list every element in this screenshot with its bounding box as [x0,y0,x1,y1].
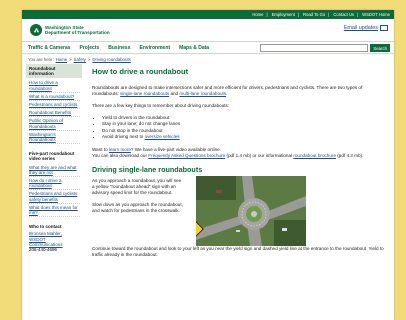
breadcrumb-safety[interactable]: Safety [74,57,86,62]
faq-brochure-link[interactable]: Frequently Asked Questions brochure [148,153,225,158]
list-item: Avoid driving next to oversize vehicles [102,134,386,140]
search-form: Search [260,44,390,52]
breadcrumb-sep: > [87,56,91,62]
breadcrumb-prefix: You are here: [28,56,54,62]
sidebar-link-public-opinion[interactable]: Public Opinion of Roundabouts [29,118,63,128]
video-paragraph: Want to learn more? We have a five-part … [92,146,364,158]
breadcrumb-current[interactable]: Driving roundabouts [92,57,130,62]
page-title: How to drive a roundabout [92,67,189,76]
wsdot-emblem-icon [30,24,42,36]
nav-business[interactable]: Business [108,45,130,51]
sidebar-item: What is a roundabout? [29,94,80,102]
sidebar-item: What does this mean for me? [29,205,80,218]
wsdot-logo[interactable]: Washington State Department of Transport… [30,24,110,36]
video-link-what-they-are[interactable]: What they are and what they are not [29,165,77,175]
main-content: How to drive a roundabout Roundabouts ar… [82,64,394,264]
contact-phone: 206-440-4696 [29,247,58,253]
topbar-link-road-to-go[interactable]: Road To Go [303,12,325,17]
single-lane-heading: Driving single-lane roundabouts [92,164,203,174]
sidebar: Roundabout information How to drive a ro… [26,64,82,264]
nav-projects[interactable]: Projects [80,45,100,51]
sidebar-link-washington[interactable]: Washington's Roundabouts [29,132,56,142]
topbar-link-employment[interactable]: Employment [272,12,295,17]
utility-bar: Home | Employment | Road To Go | Contact… [22,10,394,19]
sidebar-item: What they are and what they are not [29,165,80,178]
single-lane-paragraph-3: Continue toward the roundabout and look … [92,245,384,257]
envelope-icon [380,25,388,31]
logo-line2: Department of Transportation [45,30,110,35]
sidebar-item: How to drive a roundabout [29,80,80,93]
key-things-paragraph: There are a few key things to remember a… [92,103,230,108]
sidebar-video-title: Five-part roundabout video series [29,151,75,162]
sidebar-contact-title: Who to contact [29,224,62,230]
sidebar-item: Washington's Roundabouts [29,132,80,145]
nav-maps-data[interactable]: Maps & Data [179,45,209,51]
browser-page: Home | Employment | Road To Go | Contact… [22,10,394,320]
single-lane-link[interactable]: single-lane roundabouts [120,91,169,96]
contact-name-link[interactable]: Bronsea Mahler, WSDOT Communications [29,231,63,246]
topbar-link-contact[interactable]: Contact Us [333,12,354,17]
search-input[interactable] [260,44,369,52]
roundabout-brochure-link[interactable]: roundabout brochure [293,153,336,158]
sidebar-link-what-is[interactable]: What is a roundabout? [29,94,74,99]
video-link-how-to-drive[interactable]: How do I drive a roundabout [29,178,62,188]
video-link-pedestrians[interactable]: Pedestrians and cyclists safety benefits [29,191,77,201]
intro-paragraph: Roundabouts are designed to make interse… [92,85,363,96]
nav-environment[interactable]: Environment [140,45,171,51]
breadcrumb: You are here: Home > Safety > Driving ro… [22,54,394,64]
sidebar-box-title: Roundabout information [26,64,82,79]
sidebar-link-how-to-drive[interactable]: How to drive a roundabout [29,80,58,90]
sidebar-item: How do I drive a roundabout [29,178,80,191]
sidebar-item: Roundabout Benefits [29,110,80,118]
multi-lane-link[interactable]: multi-lane roundabouts [179,91,226,96]
sidebar-item: Pedestrians and cyclists safety benefits [29,191,80,204]
roundabout-aerial-photo [196,175,306,246]
email-updates-link[interactable]: Email updates [344,25,388,31]
topbar-link-home[interactable]: Home [252,12,263,17]
main-nav: Traffic & Cameras Projects Business Envi… [22,41,394,54]
learn-more-link[interactable]: learn more [109,147,131,152]
sidebar-item: Public Opinion of Roundabouts [29,118,80,131]
single-lane-paragraph-2: Slow down as you approach the roundabout… [92,201,183,213]
site-header: Washington State Department of Transport… [22,19,394,41]
single-lane-paragraph-1: As you approach a roundabout, you will s… [92,177,182,195]
key-things-list: Yield to drivers in the roundabout Stay … [102,115,386,141]
email-updates-label: Email updates [343,25,378,31]
sidebar-link-pedestrians[interactable]: Pedestrians and cyclists [29,102,77,107]
oversize-vehicles-link[interactable]: oversize vehicles [145,134,180,139]
breadcrumb-sep: > [69,56,72,62]
topbar-link-wsdot-home[interactable]: WSDOT Home [362,12,390,17]
breadcrumb-home[interactable]: Home [56,57,67,62]
sidebar-item: Pedestrians and cyclists [29,102,80,110]
video-link-what-it-means[interactable]: What does this mean for me? [29,205,78,215]
search-button[interactable]: Search [370,44,390,52]
sidebar-link-benefits[interactable]: Roundabout Benefits [29,110,71,115]
nav-traffic-cameras[interactable]: Traffic & Cameras [28,45,71,51]
